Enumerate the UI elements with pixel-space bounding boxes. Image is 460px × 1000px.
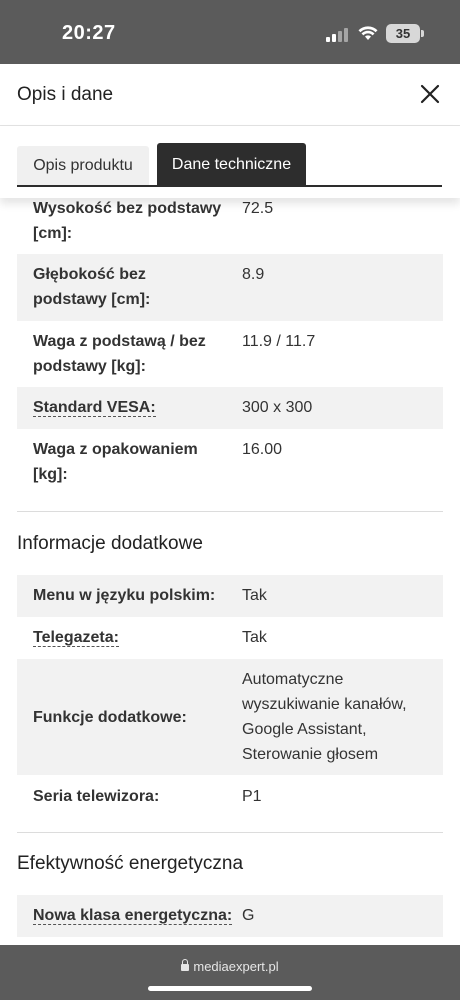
lock-icon [181,959,190,971]
tab-underline [17,185,442,187]
spec-label: Głębokość bez podstawy [cm]: [33,266,151,308]
url-wrap: mediaexpert.pl [181,959,279,974]
url-container: mediaexpert.pl [0,959,460,974]
tab-product-description[interactable]: Opis produktu [17,146,149,186]
spec-value: Automatyczne wyszukiwanie kanałów, Googl… [242,671,407,763]
spec-row: Waga z podstawą / bez podstawy [kg]: 11.… [17,321,443,387]
page-title: Opis i dane [17,84,114,105]
spec-row: Nowa klasa energetyczna: G [17,895,443,937]
spec-label: Menu w języku polskim: [33,587,216,604]
teletext-tooltip-label[interactable]: Telegazeta: [33,629,119,647]
spec-value: 11.9 / 11.7 [242,333,316,350]
cellular-signal-icon [326,26,350,42]
spec-value: Tak [242,587,267,604]
browser-address-bar[interactable]: mediaexpert.pl [0,945,460,1000]
section-divider [17,832,443,833]
spec-value: 8.9 [242,266,265,283]
spec-row: Głębokość bez podstawy [cm]: 8.9 [17,254,443,321]
spec-label: Waga z opakowaniem [kg]: [33,441,198,483]
spec-label-wrap: Standard VESA: [33,395,223,420]
spec-row: Waga z opakowaniem [kg]: 16.00 [17,429,443,495]
spec-row: Wysokość bez podstawy [cm]: 72.5 [17,196,443,254]
battery-cap [421,30,424,37]
spec-value: Tak [242,629,267,646]
url-text: mediaexpert.pl [193,959,279,974]
status-time: 20:27 [62,22,116,44]
spec-row: Telegazeta: Tak [17,617,443,659]
wifi-icon [358,26,378,40]
section-divider [17,511,443,512]
spec-row: Menu w języku polskim: Tak [17,575,443,617]
section-title-energy: Efektywność energetyczna [17,853,244,874]
tab-bar: Opis produktu Dane techniczne [0,126,460,198]
spec-label-wrap: Nowa klasa energetyczna: [33,903,238,928]
spec-label: Funkcje dodatkowe: [33,709,187,726]
vesa-tooltip-label[interactable]: Standard VESA: [33,399,156,417]
battery-indicator: 35 [386,24,420,43]
energy-class-tooltip-label[interactable]: Nowa klasa energetyczna: [33,907,233,925]
status-bar: 20:27 35 [0,0,460,64]
spec-label: Waga z podstawą / bez podstawy [kg]: [33,333,206,375]
section-title-additional: Informacje dodatkowe [17,533,203,554]
spec-label-wrap: Telegazeta: [33,625,223,650]
spec-row: Standard VESA: 300 x 300 [17,387,443,429]
spec-value: 72.5 [242,200,274,217]
spec-value: 300 x 300 [242,399,313,416]
home-indicator[interactable] [148,986,312,991]
spec-value: P1 [242,788,262,805]
spec-row: Seria telewizora: P1 [17,775,443,817]
spec-value: 16.00 [242,441,283,458]
close-icon[interactable] [412,76,448,112]
modal-header: Opis i dane [0,64,460,126]
spec-row: Funkcje dodatkowe: Automatyczne wyszukiw… [17,659,443,775]
spec-label: Wysokość bez podstawy [cm]: [33,200,222,242]
tab-technical-data[interactable]: Dane techniczne [157,143,306,186]
spec-label: Seria telewizora: [33,788,160,805]
spec-value: G [242,907,255,924]
